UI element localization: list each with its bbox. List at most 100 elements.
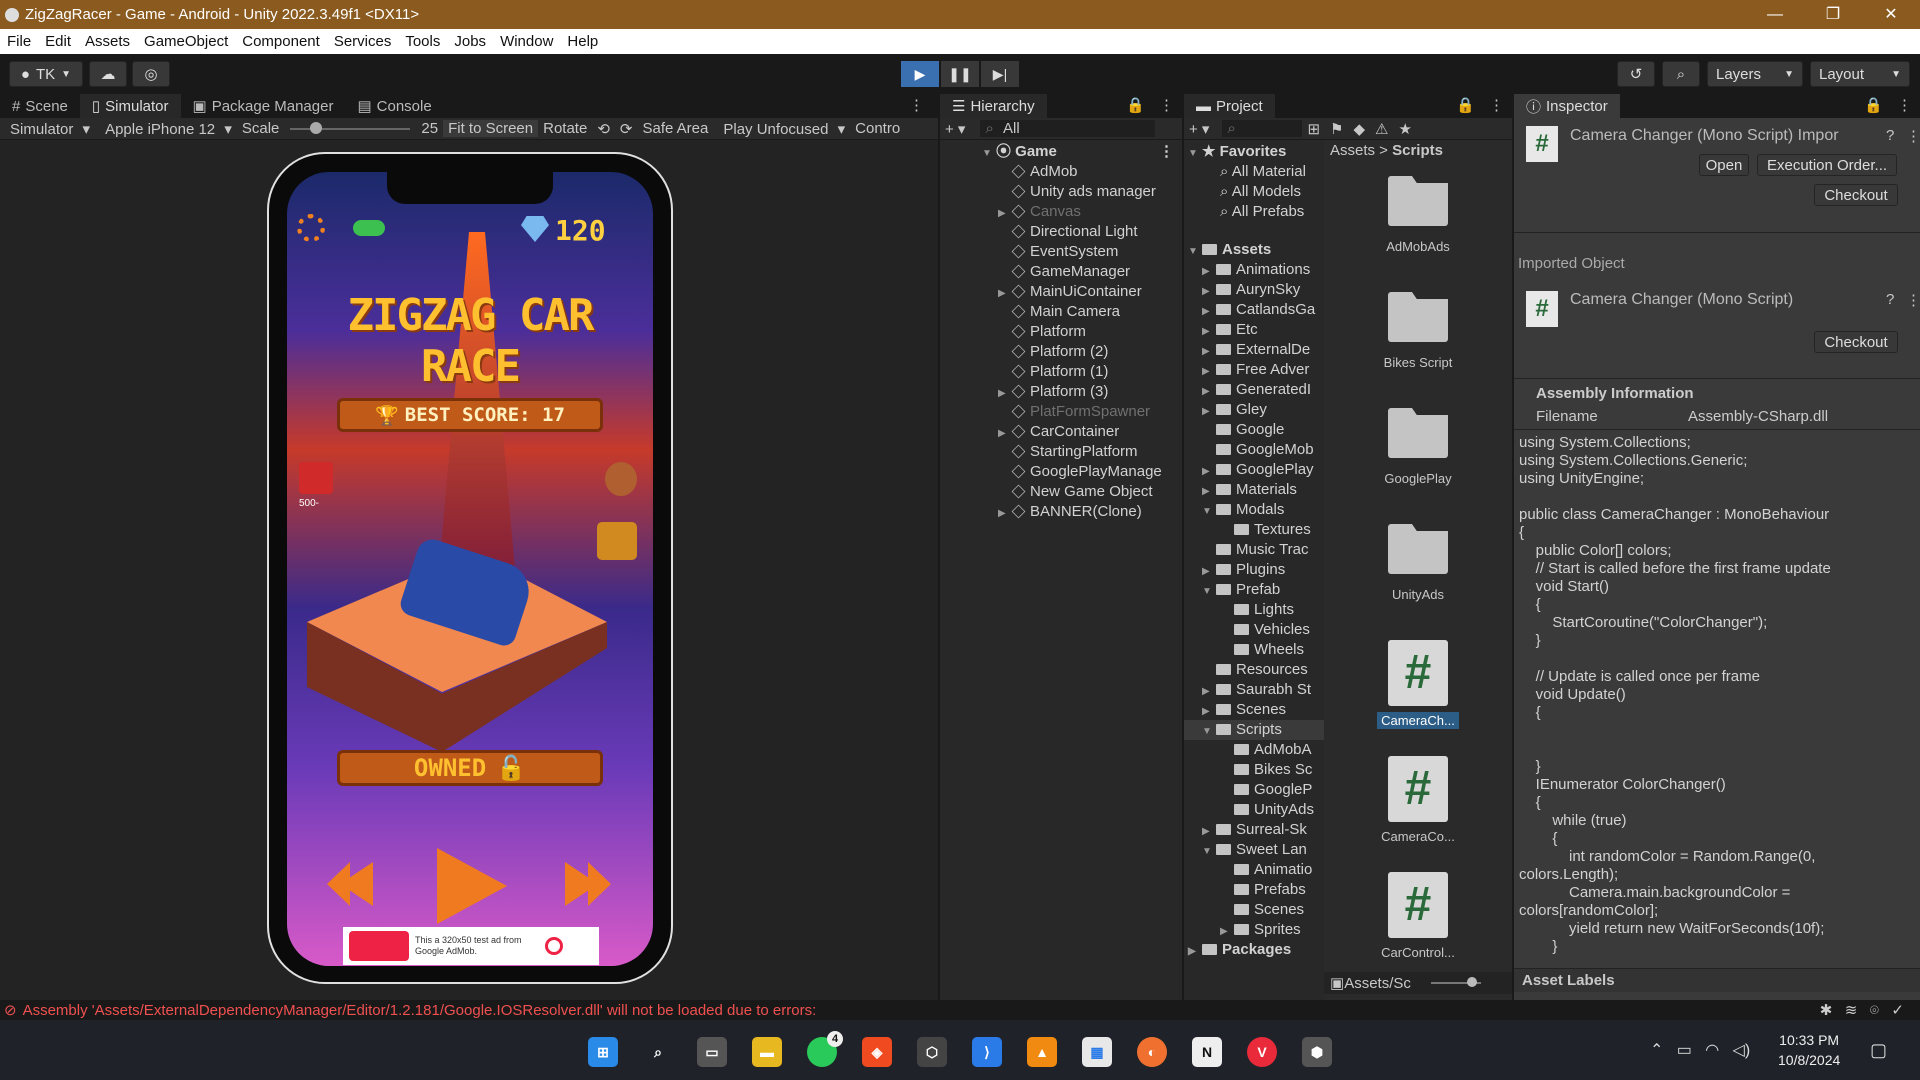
crunchyroll-icon[interactable]: ◐	[1137, 1037, 1167, 1067]
history-button[interactable]: ↺	[1617, 61, 1655, 87]
project-folder-item[interactable]: ▶ Free Adver	[1184, 360, 1324, 380]
create-button[interactable]: + ▾	[940, 120, 970, 138]
help-icon[interactable]: ?	[1886, 291, 1894, 308]
create-asset-button[interactable]: + ▾	[1184, 120, 1214, 138]
taskbar-clock[interactable]: 10:33 PM 10/8/2024	[1778, 1030, 1840, 1070]
project-folder-item[interactable]: ▶ Materials	[1184, 480, 1324, 500]
close-button[interactable]: ✕	[1862, 0, 1920, 29]
tab-inspector[interactable]: ⓘ Inspector	[1514, 94, 1620, 118]
menu-help[interactable]: Help	[560, 33, 605, 50]
menu-jobs[interactable]: Jobs	[447, 33, 493, 50]
hierarchy-item[interactable]: Directional Light	[940, 222, 1182, 242]
hierarchy-item[interactable]: Platform (1)	[940, 362, 1182, 382]
play-focus-dropdown[interactable]: Play Unfocused ▾	[713, 120, 850, 138]
hierarchy-item[interactable]: Platform	[940, 322, 1182, 342]
favorite-item[interactable]: ⌕ All Material	[1184, 162, 1324, 182]
project-folder-item[interactable]: ▶ Etc	[1184, 320, 1324, 340]
expand-arrow-icon[interactable]: ▶	[1202, 282, 1212, 302]
hierarchy-item[interactable]: New Game Object	[940, 482, 1182, 502]
breadcrumb-scripts[interactable]: Scripts	[1392, 142, 1443, 159]
expand-arrow-icon[interactable]: ▶	[1202, 262, 1212, 282]
expand-arrow-icon[interactable]: ▶	[1202, 682, 1212, 702]
vlc-icon[interactable]: ▲	[1027, 1037, 1057, 1067]
breadcrumb-assets[interactable]: Assets	[1330, 142, 1375, 159]
owned-button[interactable]: OWNED 🔓	[337, 750, 603, 786]
simulator-dropdown[interactable]: Simulator ▾	[0, 120, 95, 138]
control-dropdown[interactable]: Contro	[850, 120, 905, 137]
search-button[interactable]: ⌕	[1662, 61, 1700, 87]
project-folder-item[interactable]: Lights	[1184, 600, 1324, 620]
tab-console[interactable]: ▤ Console	[345, 94, 443, 118]
scene-menu-icon[interactable]: ⋮	[1159, 142, 1174, 162]
project-folder-item[interactable]: ▶ GooglePlay	[1184, 460, 1324, 480]
asset-item[interactable]: # CameraCh...	[1324, 626, 1512, 742]
hierarchy-item[interactable]: ▶ Platform (3)	[940, 382, 1182, 402]
project-folder-item[interactable]: AdMobA	[1184, 740, 1324, 760]
scale-slider[interactable]	[290, 121, 411, 134]
project-folder-item[interactable]: ▼ Prefab	[1184, 580, 1324, 600]
expand-arrow-icon[interactable]: ▶	[1202, 402, 1212, 422]
project-folder-item[interactable]: GoogleP	[1184, 780, 1324, 800]
vivaldi-icon[interactable]: V	[1247, 1037, 1277, 1067]
expand-arrow-icon[interactable]: ▶	[1220, 922, 1230, 942]
expand-arrow-icon[interactable]: ▶	[1202, 362, 1212, 382]
favorite-item[interactable]: ⌕ All Prefabs	[1184, 202, 1324, 222]
layers-icon[interactable]: ≋	[1845, 1002, 1858, 1019]
project-folder-item[interactable]: Music Trac	[1184, 540, 1324, 560]
menu-gameobject[interactable]: GameObject	[137, 33, 235, 50]
project-search[interactable]: ⌕	[1222, 120, 1303, 137]
fit-to-screen-button[interactable]: Fit to Screen	[443, 120, 539, 137]
whatsapp-icon[interactable]: 4	[807, 1031, 843, 1067]
console-status-bar[interactable]: ⊘ Assembly 'Assets/ExternalDependencyMan…	[0, 1000, 1920, 1020]
play-button[interactable]: ▶	[901, 61, 939, 87]
project-folder-item[interactable]: Wheels	[1184, 640, 1324, 660]
hierarchy-item[interactable]: ▶ Canvas	[940, 202, 1182, 222]
expand-arrow-icon[interactable]: ▶	[1202, 482, 1212, 502]
account-dropdown[interactable]: ● TK ▼	[9, 61, 83, 87]
project-folder-item[interactable]: Google	[1184, 420, 1324, 440]
asset-item[interactable]: # CarControl...	[1324, 858, 1512, 974]
leaderboard-trophy-icon[interactable]	[597, 522, 637, 560]
previous-car-icon[interactable]	[327, 862, 373, 906]
expand-arrow-icon[interactable]: ▼	[1202, 842, 1212, 862]
label-filter-icon[interactable]: ◆	[1349, 120, 1371, 138]
search-icon[interactable]: ⌕	[643, 1037, 673, 1067]
project-folder-item[interactable]: ▶ GeneratedI	[1184, 380, 1324, 400]
file-explorer-icon[interactable]: ▬	[752, 1037, 782, 1067]
project-folder-item[interactable]: ▶ Sprites	[1184, 920, 1324, 940]
notion-icon[interactable]: N	[1192, 1037, 1222, 1067]
expand-arrow-icon[interactable]: ▼	[1202, 582, 1212, 602]
favorite-icon[interactable]: ★	[1394, 120, 1417, 138]
expand-arrow-icon[interactable]: ▼	[1202, 502, 1212, 522]
filter-icon[interactable]: ⊞	[1302, 120, 1325, 138]
assets-root[interactable]: ▼ Assets	[1184, 240, 1324, 260]
imported-checkout-button[interactable]: Checkout	[1814, 331, 1898, 353]
expand-arrow-icon[interactable]: ▶	[1202, 382, 1212, 402]
project-folder-item[interactable]: ▼ Sweet Lan	[1184, 840, 1324, 860]
menu-file[interactable]: File	[0, 33, 38, 50]
hierarchy-item[interactable]: StartingPlatform	[940, 442, 1182, 462]
project-folder-item[interactable]: ▶ AurynSky	[1184, 280, 1324, 300]
hierarchy-item[interactable]: Main Camera	[940, 302, 1182, 322]
rotate-left-icon[interactable]: ⟲	[592, 120, 615, 138]
maximize-button[interactable]: ❐	[1804, 0, 1862, 29]
help-icon[interactable]: ?	[1886, 127, 1894, 144]
hierarchy-item[interactable]: EventSystem	[940, 242, 1182, 262]
menu-tools[interactable]: Tools	[398, 33, 447, 50]
project-folder-item[interactable]: Prefabs	[1184, 880, 1324, 900]
layers-dropdown[interactable]: Layers ▼	[1707, 61, 1803, 87]
project-folder-item[interactable]: ▼ Scripts	[1184, 720, 1324, 740]
asset-item[interactable]: GooglePlay	[1324, 394, 1512, 510]
check-icon[interactable]: ✓	[1891, 1002, 1904, 1019]
tab-project[interactable]: ▬ Project	[1184, 94, 1275, 118]
battery-icon[interactable]: ▭	[1677, 1042, 1692, 1059]
hierarchy-item[interactable]: Unity ads manager	[940, 182, 1182, 202]
asset-item[interactable]: # CameraCo...	[1324, 742, 1512, 858]
project-menu-icon[interactable]: ⋮	[1481, 96, 1512, 118]
component-menu-icon[interactable]: ⋮	[1906, 291, 1920, 309]
lock-icon[interactable]: 🔒	[1120, 96, 1151, 118]
hierarchy-item[interactable]: GooglePlayManage	[940, 462, 1182, 482]
expand-arrow-icon[interactable]: ▶	[998, 204, 1008, 224]
character-icon[interactable]	[605, 462, 637, 496]
expand-arrow-icon[interactable]: ▶	[1202, 302, 1212, 322]
